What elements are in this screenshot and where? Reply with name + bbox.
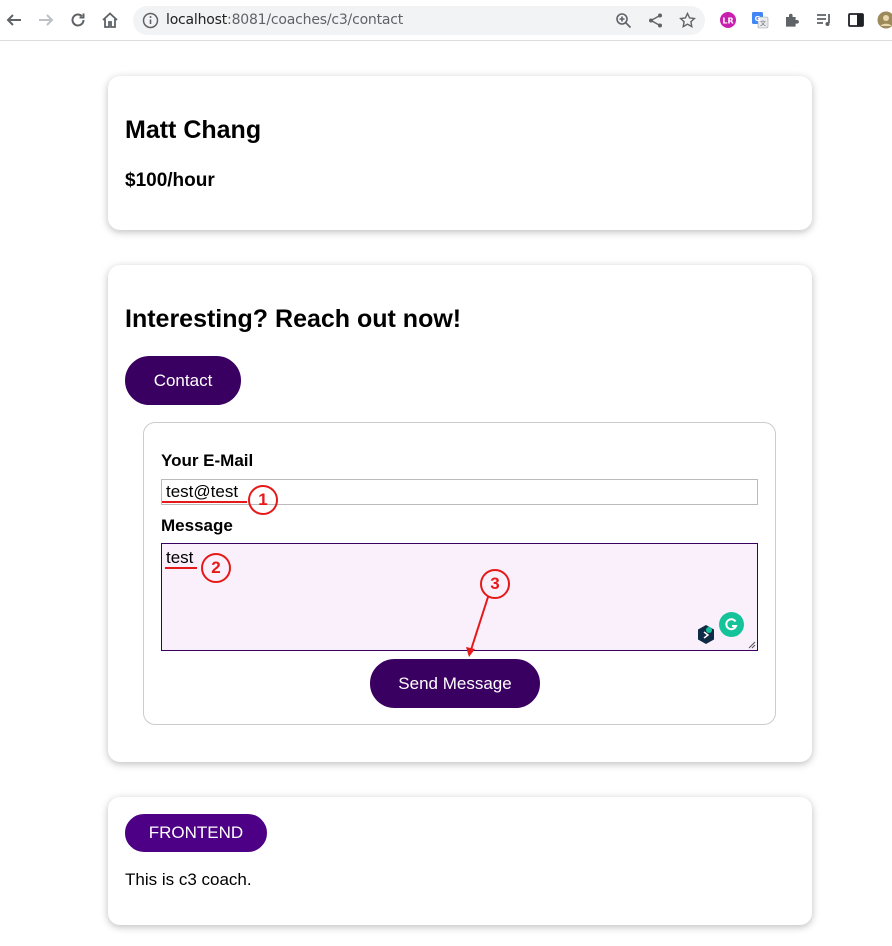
coach-tags-card: FRONTEND This is c3 coach. bbox=[108, 797, 812, 925]
annotation-underline-email bbox=[162, 501, 247, 503]
extension-lr-icon[interactable]: LR bbox=[716, 8, 740, 32]
annotation-arrow-icon bbox=[466, 596, 489, 657]
annotation-marker-1: 1 bbox=[248, 485, 278, 515]
area-tag-frontend: FRONTEND bbox=[125, 814, 267, 852]
message-text: test bbox=[166, 548, 194, 567]
translate-extension-icon[interactable]: G文 bbox=[748, 8, 772, 32]
annotation-underline-message bbox=[165, 567, 197, 569]
bookmark-star-icon[interactable] bbox=[679, 12, 696, 29]
email-label: Your E-Mail bbox=[161, 451, 254, 470]
extensions-puzzle-icon[interactable] bbox=[780, 8, 804, 32]
annotation-marker-2: 2 bbox=[201, 553, 231, 583]
site-info-icon[interactable] bbox=[142, 12, 159, 29]
resize-grip-icon[interactable] bbox=[748, 641, 756, 649]
side-panel-icon[interactable] bbox=[844, 8, 868, 32]
reload-icon[interactable] bbox=[66, 8, 90, 32]
contact-card: Interesting? Reach out now! Contact Your… bbox=[108, 265, 812, 762]
reach-out-title: Interesting? Reach out now! bbox=[125, 305, 462, 333]
coach-name: Matt Chang bbox=[125, 116, 262, 144]
deepl-icon[interactable] bbox=[696, 624, 716, 646]
share-icon[interactable] bbox=[647, 12, 664, 29]
profile-avatar-icon[interactable] bbox=[874, 8, 892, 32]
contact-button[interactable]: Contact bbox=[125, 356, 241, 405]
url-path: :8081/coaches/c3/contact bbox=[227, 12, 404, 28]
home-icon[interactable] bbox=[98, 8, 122, 32]
zoom-icon[interactable] bbox=[615, 12, 632, 29]
url-host: localhost bbox=[166, 12, 228, 28]
send-message-button[interactable]: Send Message bbox=[370, 659, 540, 708]
message-label: Message bbox=[161, 516, 233, 535]
browser-toolbar: localhost:8081/coaches/c3/contact LR G文 bbox=[0, 0, 892, 41]
svg-text:LR: LR bbox=[722, 17, 733, 26]
url-text[interactable]: localhost:8081/coaches/c3/contact bbox=[166, 12, 403, 28]
coach-info-card: Matt Chang $100/hour bbox=[108, 76, 812, 230]
address-bar[interactable]: localhost:8081/coaches/c3/contact bbox=[133, 6, 705, 35]
coach-rate: $100/hour bbox=[125, 170, 215, 191]
coach-description: This is c3 coach. bbox=[125, 870, 252, 889]
contact-form: Your E-Mail test@test Message test Send … bbox=[143, 422, 776, 725]
forward-arrow-icon[interactable] bbox=[34, 8, 58, 32]
back-arrow-icon[interactable] bbox=[2, 8, 26, 32]
grammarly-icon[interactable] bbox=[719, 612, 744, 637]
svg-text:文: 文 bbox=[760, 20, 766, 28]
media-queue-icon[interactable] bbox=[812, 8, 836, 32]
